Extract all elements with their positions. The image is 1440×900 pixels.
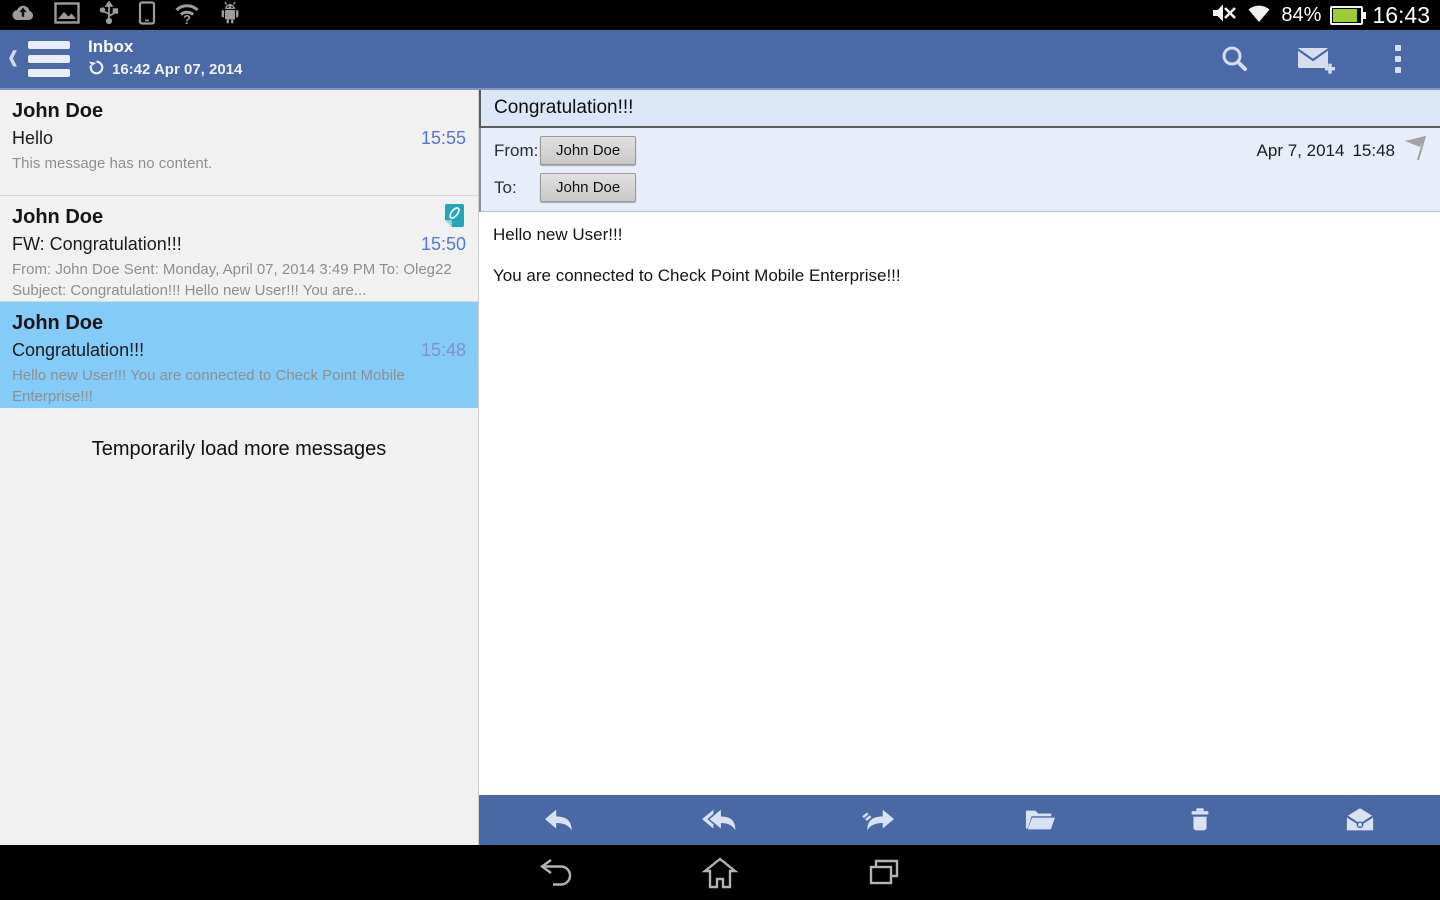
to-label: To: [494,177,517,197]
message-snippet: From: John Doe Sent: Monday, April 07, 2… [12,261,452,299]
message-snippet: This message has no content. [12,155,213,172]
message-subject: Hello [12,128,54,148]
status-bar-system-icons: 84% 16:43 [1211,2,1430,29]
mail-header: From: John Doe Apr 7, 2014 15:48 To: Joh… [479,128,1440,212]
status-bar: ? 84% 16:43 [0,0,1440,30]
cloud-upload-icon [10,2,36,29]
list-item-selected[interactable]: John Doe Congratulation!!! 15:48 Hello n… [0,302,478,408]
compose-icon[interactable] [1288,35,1344,83]
from-contact-chip[interactable]: John Doe [540,136,637,165]
gallery-icon [54,1,80,29]
flag-icon[interactable] [1403,135,1427,166]
svg-text:?: ? [183,12,191,25]
message-sender: John Doe [12,206,104,228]
status-bar-notification-icons: ? [10,0,242,30]
usb-icon [98,0,120,30]
mail-subject: Congratulation!!! [479,90,1440,128]
message-subject: FW: Congratulation!!! [12,234,182,254]
message-time: 15:50 [420,234,466,254]
load-more-button[interactable]: Temporarily load more messages [0,408,478,490]
mail-action-toolbar [479,795,1440,845]
message-time: 15:48 [420,340,466,360]
list-item[interactable]: John Doe Hello 15:55 This message has no… [0,90,478,196]
message-subject: Congratulation!!! [12,340,145,360]
reply-icon[interactable] [479,795,639,845]
mute-icon [1211,2,1237,29]
list-item[interactable]: John Doe FW: Congratulation!!! 15:50 Fro… [0,196,478,302]
wifi-icon [1246,2,1272,29]
battery-icon [1330,5,1367,25]
attachment-icon [445,204,464,232]
reading-pane: Congratulation!!! From: John Doe Apr 7, … [479,90,1440,845]
forward-icon[interactable] [799,795,959,845]
app-bar: ‹ Inbox 16:42 Apr 07, 2014 [0,30,1440,90]
status-clock: 16:43 [1372,1,1430,28]
message-list: John Doe Hello 15:55 This message has no… [0,90,479,845]
system-nav-bar [0,845,1440,900]
mail-body-line: Hello new User!!! [493,225,623,244]
recents-icon[interactable] [854,849,914,897]
message-sender: John Doe [12,312,104,334]
refresh-icon [88,59,105,80]
message-time: 15:55 [420,128,466,148]
search-icon[interactable] [1206,35,1262,83]
overflow-icon[interactable] [1370,35,1426,83]
mail-body-line: You are connected to Check Point Mobile … [493,266,901,285]
reply-all-icon[interactable] [639,795,799,845]
sync-time: 16:42 Apr 07, 2014 [112,60,243,78]
back-chevron-icon[interactable]: ‹ [8,35,18,78]
mark-unread-icon[interactable] [1280,795,1440,845]
message-snippet: Hello new User!!! You are connected to C… [12,367,405,405]
list-empty-area [0,490,478,845]
mail-body: Hello new User!!! You are connected to C… [479,212,1440,795]
app-bar-title-block[interactable]: Inbox 16:42 Apr 07, 2014 [88,37,243,80]
wifi-question-icon: ? [174,1,200,30]
home-icon[interactable] [690,849,750,897]
menu-icon[interactable] [24,37,74,81]
back-icon[interactable] [526,849,586,897]
from-label: From: [494,140,539,160]
tablet-screen: ? 84% 16:43 ‹ Inbox 16:42 Apr 07, 2014 J… [0,0,1440,900]
tablet-icon [138,0,156,30]
mail-date: Apr 7, 2014 [1256,140,1345,160]
message-sender: John Doe [12,100,104,122]
battery-percent: 84% [1281,4,1322,26]
page-title: Inbox [88,37,134,57]
folder-icon[interactable] [960,795,1120,845]
android-icon [218,1,242,30]
to-contact-chip[interactable]: John Doe [540,173,637,202]
mail-time: 15:48 [1352,140,1395,160]
delete-icon[interactable] [1120,795,1280,845]
